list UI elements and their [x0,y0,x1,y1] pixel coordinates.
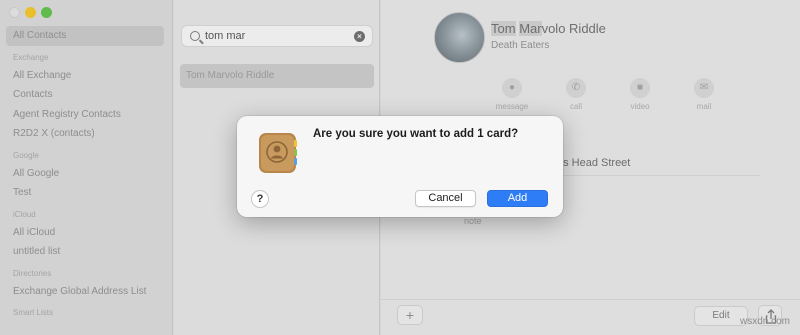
window-controls [9,7,52,18]
sidebar-item-all-contacts[interactable]: All Contacts [6,26,164,46]
confirm-add-dialog: Are you sure you want to add 1 card? ? C… [237,116,563,217]
name-rest: volo Riddle [541,21,606,36]
message-icon: ● [502,78,522,98]
search-icon [190,31,200,41]
sidebar-item-all-exchange[interactable]: All Exchange [6,66,164,86]
sidebar-group-icloud: iCloud [13,209,36,219]
add-button[interactable]: Add [487,190,548,207]
sidebar-item-r2d2[interactable]: R2D2 X (contacts) [6,124,164,144]
sidebar-item-all-google[interactable]: All Google [6,164,164,184]
phone-icon: ✆ [566,78,586,98]
video-action[interactable]: ■ video [617,78,663,111]
sidebar-list: All Contacts Exchange All Exchange Conta… [6,26,164,321]
search-field[interactable]: tom mar × [181,25,373,47]
contact-group: Death Eaters [491,40,550,51]
close-window-button[interactable] [9,7,20,18]
add-contact-button[interactable]: + [397,305,423,325]
minimize-window-button[interactable] [25,7,36,18]
call-action[interactable]: ✆ call [553,78,599,111]
contacts-app-icon [259,133,297,173]
video-label: video [630,102,650,111]
call-label: call [569,102,582,111]
zoom-window-button[interactable] [41,7,52,18]
sidebar-item-agent-registry[interactable]: Agent Registry Contacts [6,105,164,125]
sidebar-item-all-icloud[interactable]: All iCloud [6,223,164,243]
watermark: wsxdn.com [739,316,790,327]
name-match-highlight: Mar [519,21,542,36]
message-action[interactable]: ● message [489,78,535,111]
list-item[interactable]: Tom Marvolo Riddle [180,64,374,88]
sidebar-item-test[interactable]: Test [6,183,164,203]
sidebar-group-smart-lists: Smart Lists [13,308,54,317]
avatar [434,12,485,63]
clear-search-icon[interactable]: × [354,31,365,42]
sidebar-group-exchange: Exchange [13,52,49,62]
help-button[interactable]: ? [251,190,269,208]
contact-name: Tom Marvolo Riddle [491,21,606,36]
sidebar-group-directories: Directories [13,268,52,278]
sidebar-item-untitled-list[interactable]: untitled list [6,242,164,262]
sidebar-item-exchange-gal[interactable]: Exchange Global Address List [6,282,164,302]
mail-label: mail [696,102,712,111]
video-icon: ■ [630,78,650,98]
note-label: note [464,216,482,226]
divider [551,175,760,176]
sidebar-item-contacts[interactable]: Contacts [6,85,164,105]
contact-actions: ● message ✆ call ■ video ✉ mail [489,78,727,111]
dialog-message: Are you sure you want to add 1 card? [313,128,519,140]
detail-bottom-bar: + Edit [381,299,800,335]
cancel-button[interactable]: Cancel [415,190,476,207]
mail-icon: ✉ [694,78,714,98]
sidebar-group-google: Google [13,150,39,160]
sidebar: All Contacts Exchange All Exchange Conta… [0,0,173,335]
search-input[interactable]: tom mar [205,30,245,42]
message-label: message [495,102,529,111]
address-street: 's Head Street [561,157,631,169]
mail-action[interactable]: ✉ mail [681,78,727,111]
name-match-highlight: Tom [491,21,516,36]
